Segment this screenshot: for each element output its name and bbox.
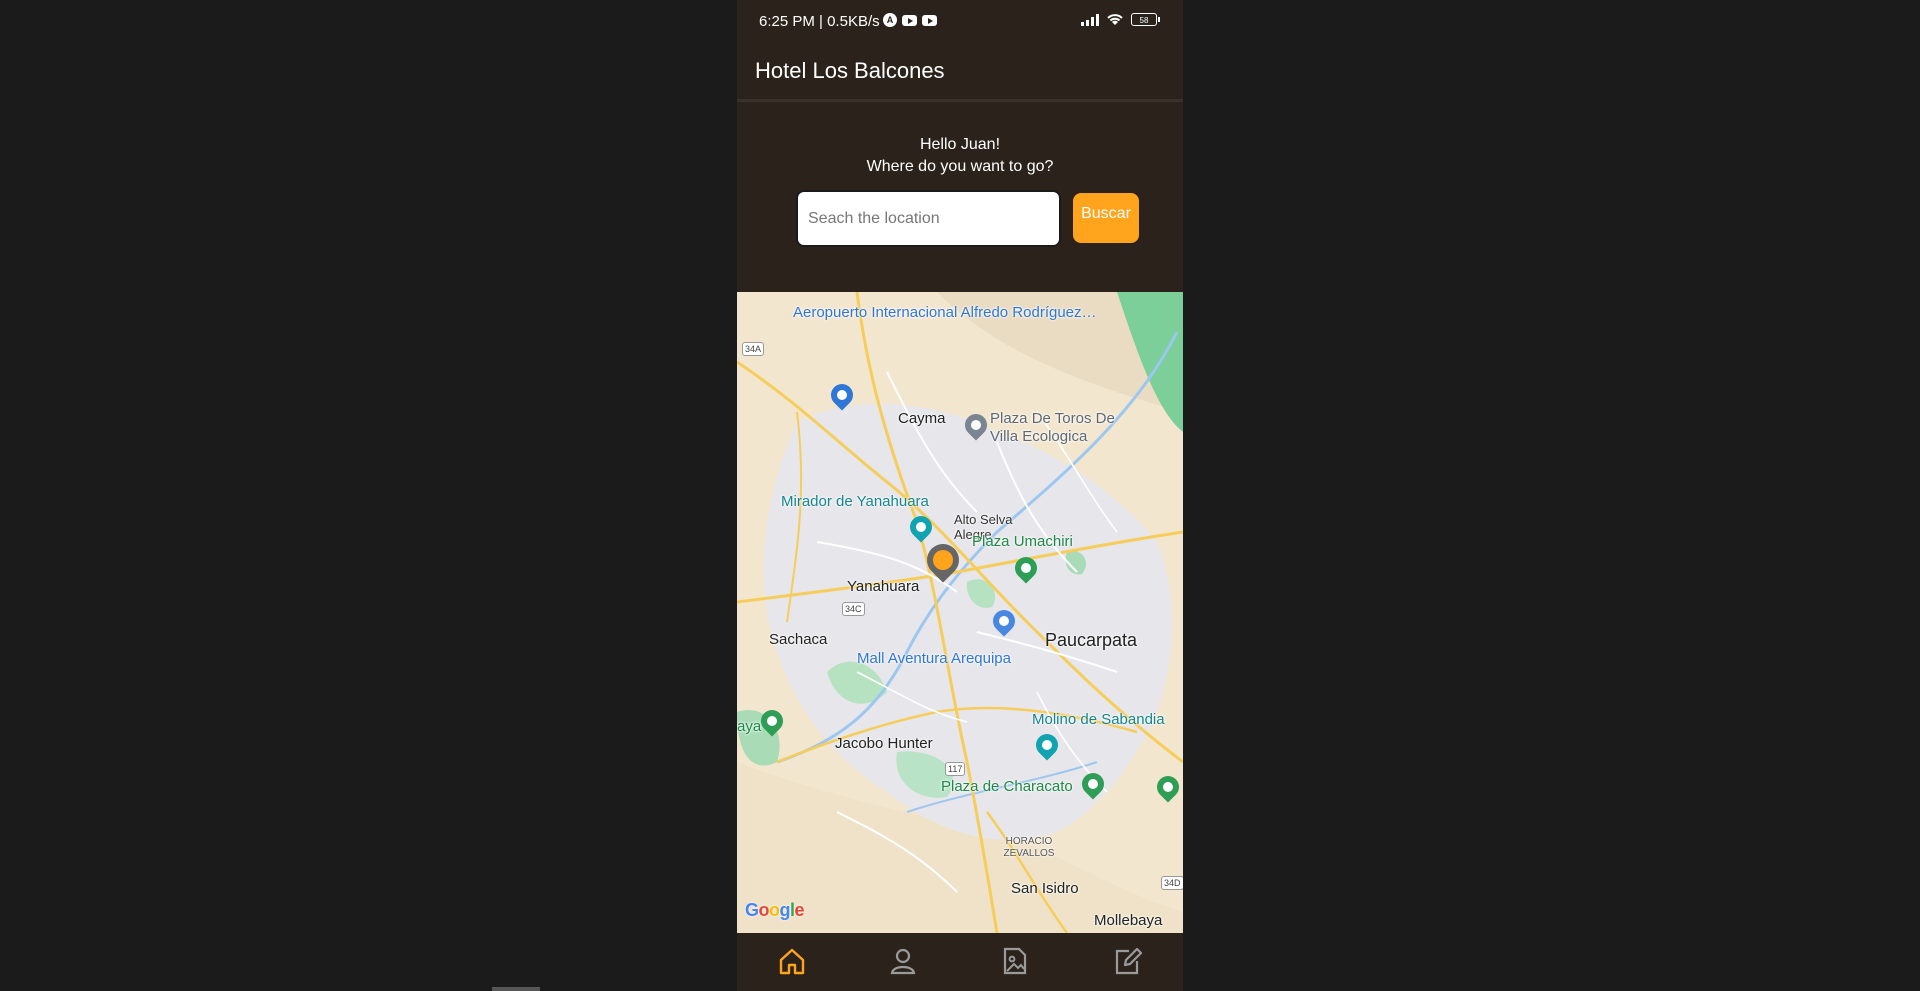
wifi-icon xyxy=(1107,14,1123,25)
map-label-plaza-toros: Plaza De Toros De Villa Ecologica xyxy=(990,410,1115,445)
page-title: Hotel Los Balcones xyxy=(755,58,945,83)
google-logo: Google xyxy=(745,900,805,920)
map-label-mollebaya: Mollebaya xyxy=(1094,912,1163,929)
map-label-airport: Aeropuerto Internacional Alfredo Rodrígu… xyxy=(793,304,1097,322)
map-label-plaza-characato: Plaza de Characato xyxy=(941,778,1073,795)
map-label-yanahuara: Yanahuara xyxy=(847,578,920,595)
home-icon xyxy=(779,948,805,975)
map-label-mirador: Mirador de Yanahuara xyxy=(781,493,929,510)
road-shield: 34C xyxy=(842,602,865,616)
map-view[interactable]: Aeropuerto Internacional Alfredo Rodrígu… xyxy=(737,292,1183,933)
map-label-jacobo: Jacobo Hunter xyxy=(835,735,933,752)
road-shield: 117 xyxy=(945,762,966,776)
youtube-icon xyxy=(922,15,937,26)
map-label-sachaca: Sachaca xyxy=(769,631,828,648)
battery-icon: 58 xyxy=(1131,13,1160,26)
gallery-icon xyxy=(1003,947,1027,975)
map-label-molino: Molino de Sabandia xyxy=(1032,711,1165,728)
greeting-text: Hello Juan! xyxy=(919,136,1001,153)
nav-edit-button[interactable] xyxy=(1109,943,1145,979)
notification-icons: A xyxy=(883,13,937,27)
greeting-question: Where do you want to go? xyxy=(866,158,1054,175)
road-shield: 34A xyxy=(742,342,765,356)
desktop-scrollbar-hint xyxy=(492,987,540,991)
search-button[interactable]: Buscar xyxy=(1073,193,1139,243)
nav-profile-button[interactable] xyxy=(885,943,921,979)
status-bar: 6:25 PM | 0.5KB/s A 58 xyxy=(737,0,1183,44)
map-background xyxy=(737,292,1183,933)
status-right: 58 xyxy=(1081,12,1160,26)
road-shield: 34D xyxy=(1161,876,1183,890)
nav-home-button[interactable] xyxy=(774,943,810,979)
youtube-icon xyxy=(902,15,917,26)
bottom-nav xyxy=(737,933,1183,991)
search-input[interactable] xyxy=(796,190,1061,247)
map-label-paucarpata: Paucarpata xyxy=(1045,630,1138,650)
profile-icon xyxy=(890,948,916,975)
map-label-mall: Mall Aventura Arequipa xyxy=(857,650,1011,667)
map-label-cayma: Cayma xyxy=(898,410,946,427)
map-label-plaza-umachiri: Plaza Umachiri xyxy=(972,533,1073,550)
map-label-horacio: HORACIO ZEVALLOS xyxy=(1003,836,1055,859)
signal-icon xyxy=(1081,12,1099,26)
status-time: 6:25 PM | 0.5KB/s xyxy=(759,13,880,30)
app-a-icon: A xyxy=(883,13,897,27)
map-label-edge: aya xyxy=(737,718,762,735)
edit-icon xyxy=(1115,947,1143,975)
app-bar: Hotel Los Balcones xyxy=(737,44,1183,102)
nav-gallery-button[interactable] xyxy=(997,943,1033,979)
phone-screen: 6:25 PM | 0.5KB/s A 58 Hotel Los Balcone… xyxy=(737,0,1183,991)
map-label-san-isidro: San Isidro xyxy=(1011,880,1079,897)
